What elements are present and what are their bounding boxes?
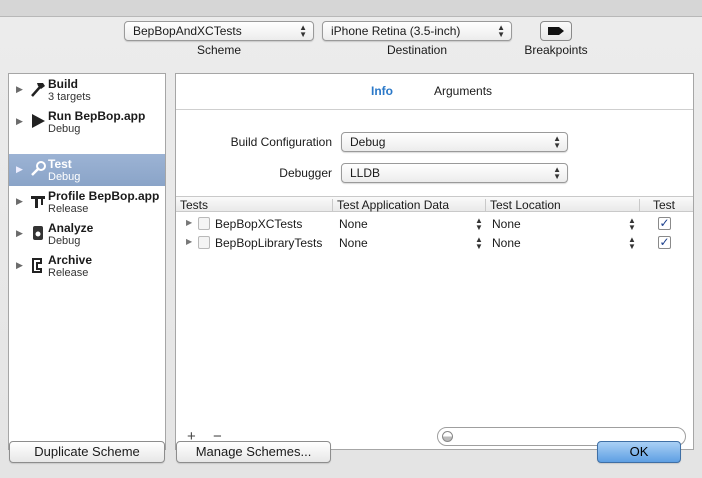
stepper-icon[interactable]: ▲ ▼: [475, 236, 483, 251]
test-app-data-value[interactable]: None: [339, 217, 368, 231]
debugger-value: LLDB: [350, 166, 381, 180]
breakpoint-icon: [548, 27, 564, 35]
build-configuration-value: Debug: [350, 135, 386, 149]
breakpoints-toggle[interactable]: [540, 21, 572, 41]
action-analyze[interactable]: ▶ Analyze Debug: [9, 218, 165, 250]
action-name: Archive: [48, 253, 93, 267]
action-name: Test: [48, 157, 72, 171]
action-archive[interactable]: ▶ Archive Release: [9, 250, 165, 282]
stepper-icon[interactable]: ▲ ▼: [628, 236, 636, 251]
table-row[interactable]: ▶ BepBopXCTests None ▲ ▼ None ▲ ▼ ✓: [176, 214, 693, 233]
test-checkbox[interactable]: ✓: [658, 236, 671, 249]
stepper-icon[interactable]: ▲ ▼: [475, 217, 483, 232]
scheme-detail-panel: Info Arguments Build Configuration Debug…: [175, 73, 694, 450]
test-app-data-value[interactable]: None: [339, 236, 368, 250]
tab-bar: Info Arguments: [176, 74, 693, 110]
action-name: Run BepBop.app: [48, 109, 146, 123]
action-profile[interactable]: ▶ Profile BepBop.app Release: [9, 186, 165, 218]
disclosure-icon[interactable]: ▶: [186, 218, 192, 227]
wrench-icon: [31, 161, 46, 176]
test-location-value[interactable]: None: [492, 236, 521, 250]
test-target-icon: [198, 236, 210, 249]
test-target-name: BepBopLibraryTests: [215, 236, 323, 250]
scheme-popup-value: BepBopAndXCTests: [133, 24, 242, 38]
table-row[interactable]: ▶ BepBopLibraryTests None ▲ ▼ None ▲ ▼ ✓: [176, 233, 693, 252]
disclosure-icon[interactable]: ▶: [186, 237, 192, 246]
play-icon: [32, 114, 45, 128]
test-target-icon: [198, 217, 210, 230]
action-name: Build: [48, 77, 78, 91]
action-name: Profile BepBop.app: [48, 189, 160, 203]
build-configuration-label: Build Configuration: [230, 135, 332, 149]
action-sub: Release: [48, 203, 89, 215]
tab-arguments[interactable]: Arguments: [434, 84, 492, 98]
scheme-editor-sheet: BepBopAndXCTests ▲ ▼ Scheme iPhone Retina…: [0, 16, 702, 478]
filter-icon: [442, 431, 453, 442]
column-divider: [485, 199, 486, 211]
disclosure-icon: ▶: [16, 196, 23, 206]
archive-icon: [32, 258, 42, 273]
disclosure-icon: ▶: [16, 116, 23, 126]
popup-arrows-icon: ▲ ▼: [553, 165, 561, 181]
destination-popup[interactable]: iPhone Retina (3.5-inch) ▲ ▼: [322, 21, 512, 41]
scheme-label: Scheme: [196, 43, 242, 57]
column-divider: [332, 199, 333, 211]
action-name: Analyze: [48, 221, 94, 235]
popup-arrows-icon: ▲ ▼: [299, 23, 307, 39]
ok-button[interactable]: OK: [597, 441, 681, 463]
disclosure-icon: ▶: [16, 84, 23, 94]
tests-table-header: Tests Test Application Data Test Locatio…: [176, 196, 693, 212]
popup-arrows-icon: ▲ ▼: [497, 23, 505, 39]
scheme-popup[interactable]: BepBopAndXCTests ▲ ▼: [124, 21, 314, 41]
disclosure-icon: ▶: [16, 164, 23, 174]
destination-popup-value: iPhone Retina (3.5-inch): [331, 24, 461, 38]
test-checkbox[interactable]: ✓: [658, 217, 671, 230]
hammer-icon: [31, 83, 45, 97]
disclosure-icon: ▶: [16, 228, 23, 238]
test-target-name: BepBopXCTests: [215, 217, 303, 231]
duplicate-scheme-button[interactable]: Duplicate Scheme: [9, 441, 165, 463]
tab-info[interactable]: Info: [371, 84, 393, 98]
action-sub: Debug: [48, 171, 81, 183]
action-sub: Debug: [48, 235, 81, 247]
analyze-icon: [33, 226, 43, 240]
column-divider: [639, 199, 640, 211]
column-test[interactable]: Test: [653, 198, 675, 212]
column-test-location[interactable]: Test Location: [490, 198, 561, 212]
stepper-icon[interactable]: ▲ ▼: [628, 217, 636, 232]
build-configuration-popup[interactable]: Debug ▲ ▼: [341, 132, 568, 152]
action-run[interactable]: ▶ Run BepBop.app Debug: [9, 106, 165, 138]
action-sub: Debug: [48, 123, 81, 135]
scheme-actions-list: ▶ Build 3 targets ▶ Run BepBop.app Debug…: [8, 73, 166, 450]
column-test-app-data[interactable]: Test Application Data: [337, 198, 449, 212]
debugger-label: Debugger: [279, 166, 332, 180]
test-location-value[interactable]: None: [492, 217, 521, 231]
action-test[interactable]: ▶ Test Debug: [9, 154, 165, 186]
caliper-icon: [31, 196, 45, 208]
destination-label: Destination: [386, 43, 448, 57]
action-sub: 3 targets: [48, 91, 91, 103]
popup-arrows-icon: ▲ ▼: [553, 134, 561, 150]
disclosure-icon: ▶: [16, 260, 23, 270]
manage-schemes-button[interactable]: Manage Schemes...: [176, 441, 331, 463]
breakpoints-label: Breakpoints: [524, 43, 588, 57]
action-build[interactable]: ▶ Build 3 targets: [9, 74, 165, 106]
debugger-popup[interactable]: LLDB ▲ ▼: [341, 163, 568, 183]
action-sub: Release: [48, 267, 89, 279]
column-tests[interactable]: Tests: [180, 198, 208, 212]
